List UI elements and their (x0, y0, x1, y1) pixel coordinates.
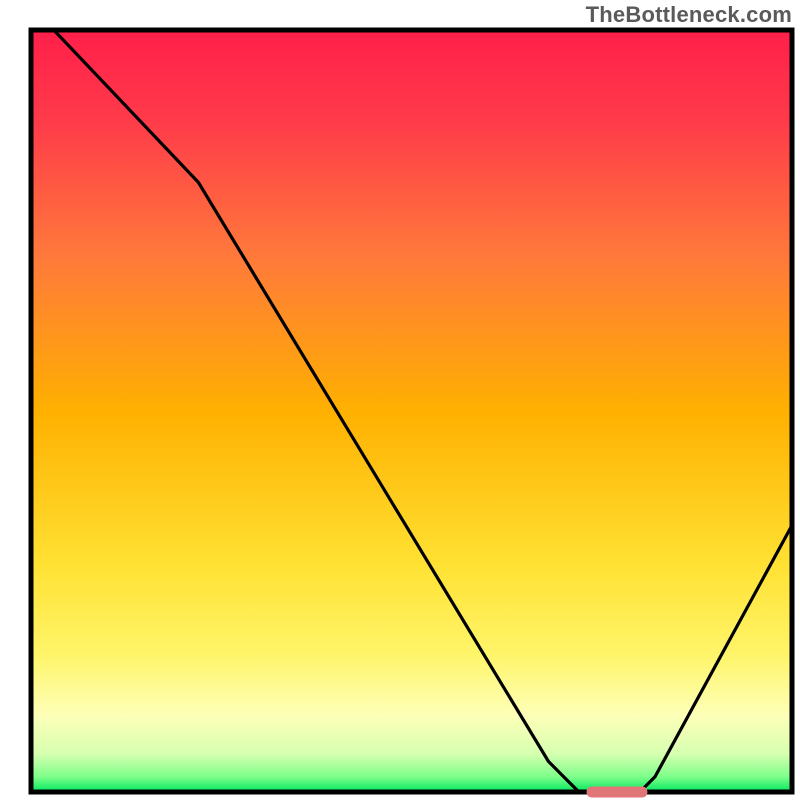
watermark-text: TheBottleneck.com (586, 2, 792, 28)
bottleneck-chart: TheBottleneck.com (0, 0, 800, 800)
optimal-range-marker (587, 787, 648, 798)
gradient-background (31, 30, 792, 792)
chart-svg (0, 0, 800, 800)
